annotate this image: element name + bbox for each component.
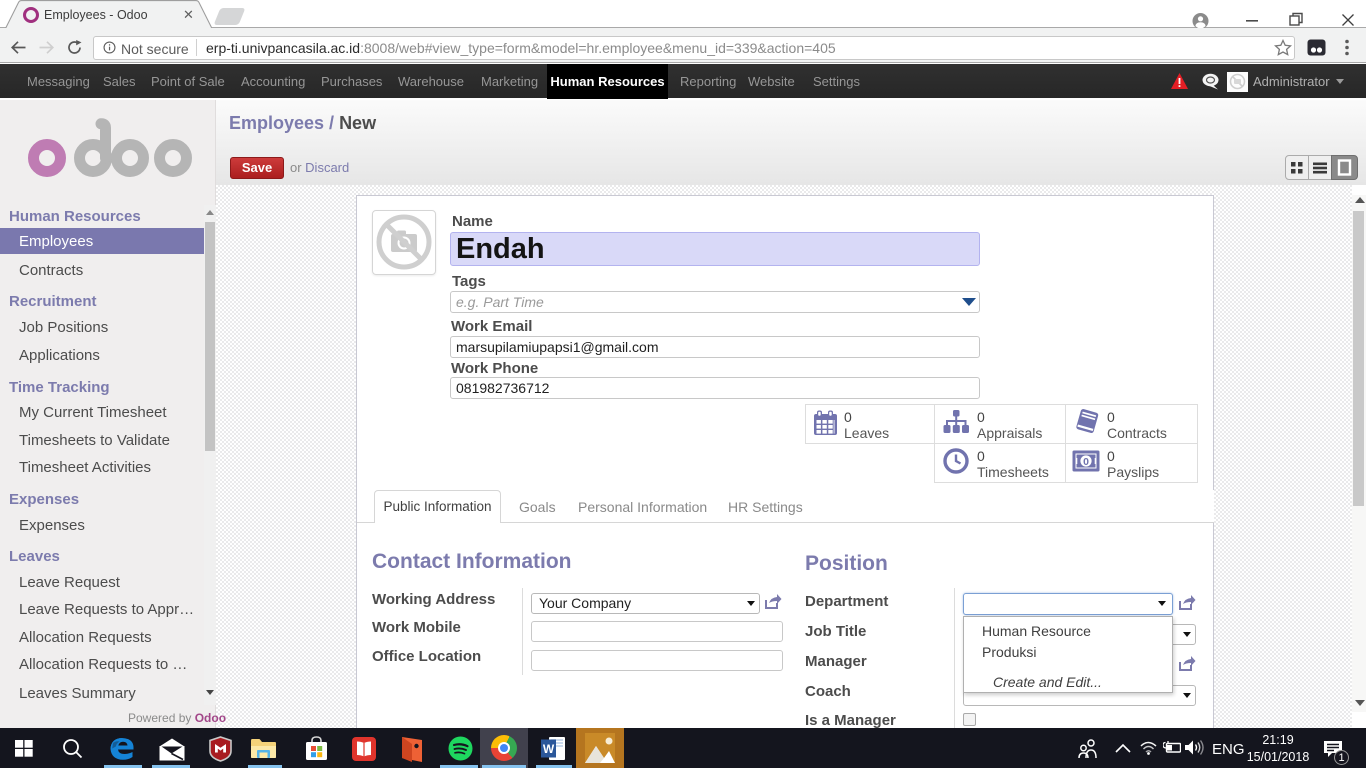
svg-text:0: 0 [1083,456,1089,468]
svg-text:W: W [543,742,555,756]
